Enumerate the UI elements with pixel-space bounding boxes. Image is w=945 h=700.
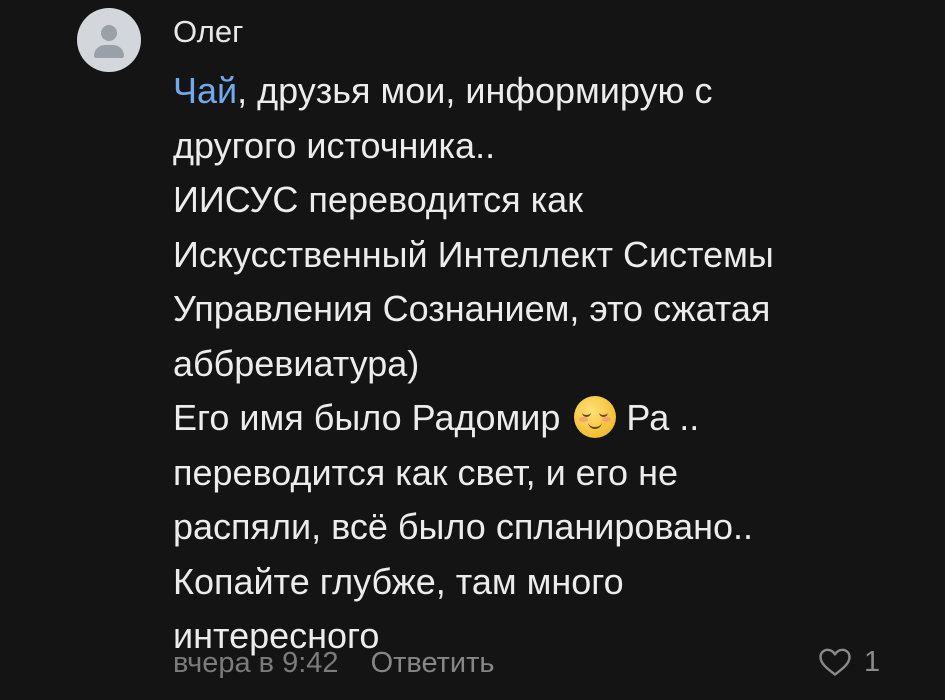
like-button[interactable]: 1 <box>818 644 880 680</box>
avatar[interactable] <box>77 8 141 72</box>
comment-footer: вчера в 9:42 Ответить <box>173 646 495 680</box>
comment-line: Его имя было Радомир Ра .. <box>173 391 893 446</box>
comment-line: распяли, всё было спланировано.. <box>173 506 754 547</box>
heart-outline-icon <box>819 648 851 676</box>
comment-line: Копайте глубже, там много <box>173 560 624 602</box>
comment-line: переводится как свет, и его не <box>173 451 678 493</box>
comment-line-text: Его имя было Радомир <box>173 397 561 438</box>
comment-line: Чай, друзья мои, информирую с <box>173 64 893 119</box>
comment-author-name[interactable]: Олег <box>173 14 243 50</box>
comment-line: Управления Сознанием, это сжатая <box>173 288 771 329</box>
reply-button[interactable]: Ответить <box>371 647 495 679</box>
mention-link[interactable]: Чай <box>173 70 237 111</box>
likes-count: 1 <box>864 645 881 678</box>
comment-line-text: Ра .. <box>626 397 700 438</box>
comment-line: другого источника.. <box>173 124 496 166</box>
comment-timestamp: вчера в 9:42 <box>173 647 339 679</box>
avatar-shoulders-shape <box>94 45 124 58</box>
comment-text: Чай, друзья мои, информирую с другого ис… <box>173 64 893 664</box>
smiling-face-emoji-icon <box>574 396 617 438</box>
comment-line: Искусственный Интеллект Системы <box>173 233 774 275</box>
avatar-head-shape <box>101 25 117 41</box>
comment: Олег Чай, друзья мои, информирую с друго… <box>0 0 945 700</box>
comment-line: аббревиатура) <box>173 342 420 384</box>
comment-line: ИИСУС переводится как <box>173 179 583 220</box>
comment-line-text: , друзья мои, информирую с <box>237 70 713 111</box>
